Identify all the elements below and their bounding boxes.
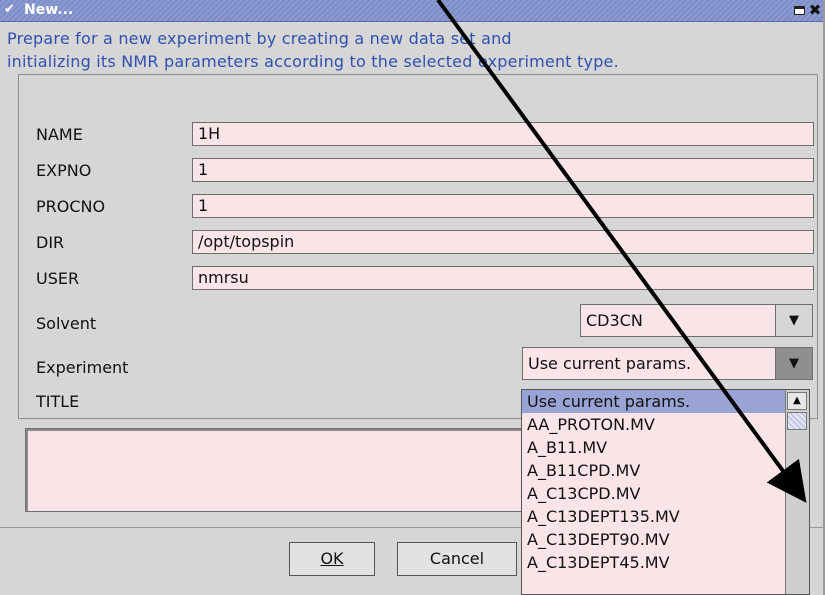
procno-label: PROCNO (36, 197, 106, 216)
solvent-label: Solvent (36, 314, 97, 333)
list-item[interactable]: A_C13DEPT45.MV (522, 551, 809, 574)
list-item[interactable]: AA_PROTON.MV (522, 413, 809, 436)
name-label: NAME (36, 125, 83, 144)
solvent-value: CD3CN (586, 311, 643, 330)
scroll-thumb[interactable] (787, 412, 807, 430)
dir-field[interactable]: /opt/topspin (192, 230, 814, 254)
dropdown-scrollbar[interactable]: ▲ (785, 390, 809, 594)
description: Prepare for a new experiment by creating… (7, 27, 822, 73)
list-item[interactable]: A_C13DEPT135.MV (522, 505, 809, 528)
solvent-select[interactable]: CD3CN ▼ (580, 304, 813, 337)
name-field[interactable]: 1H (192, 122, 814, 146)
scroll-up-icon[interactable]: ▲ (787, 392, 807, 410)
title-label: TITLE (36, 392, 80, 411)
expno-label: EXPNO (36, 161, 92, 180)
list-item[interactable]: A_C13DEPT90.MV (522, 528, 809, 551)
triangle-down-icon[interactable]: ▼ (775, 348, 812, 379)
user-field[interactable]: nmrsu (192, 266, 814, 290)
ok-button-label: OK (320, 549, 344, 568)
list-item[interactable]: A_B11CPD.MV (522, 459, 809, 482)
procno-field[interactable]: 1 (192, 194, 814, 218)
new-dataset-dialog: ✔ New... ✖ Prepare for a new experiment … (0, 0, 825, 595)
list-item[interactable]: A_B11.MV (522, 436, 809, 459)
cancel-button-label: Cancel (429, 549, 485, 568)
title-bar[interactable]: ✔ New... ✖ (0, 0, 823, 22)
expno-field[interactable]: 1 (192, 158, 814, 182)
list-item[interactable]: A_C13CPD.MV (522, 482, 809, 505)
cancel-button[interactable]: Cancel (397, 542, 517, 576)
chevron-down-icon[interactable]: ✔ (4, 3, 18, 17)
user-label: USER (36, 269, 80, 288)
dir-label: DIR (36, 233, 65, 252)
description-line-2: initializing its NMR parameters accordin… (7, 52, 619, 71)
experiment-dropdown-list[interactable]: Use current params. AA_PROTON.MV A_B11.M… (521, 389, 810, 595)
experiment-select[interactable]: Use current params. ▼ (522, 347, 813, 380)
triangle-down-icon[interactable]: ▼ (775, 305, 812, 336)
list-item[interactable]: Use current params. (522, 390, 809, 413)
experiment-label: Experiment (36, 358, 129, 377)
window-title: New... (24, 2, 74, 18)
close-icon[interactable]: ✖ (808, 3, 822, 18)
description-line-1: Prepare for a new experiment by creating… (7, 29, 512, 48)
title-textarea[interactable] (25, 428, 605, 512)
experiment-value: Use current params. (528, 354, 692, 373)
ok-button[interactable]: OK (289, 542, 375, 576)
maximize-icon[interactable] (794, 6, 805, 15)
